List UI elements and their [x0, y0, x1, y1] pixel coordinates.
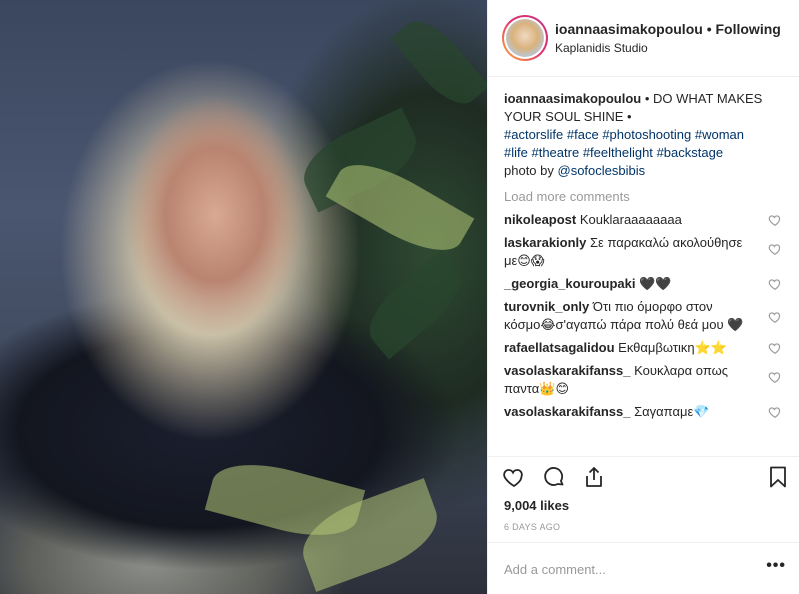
header-separator: • — [706, 21, 712, 37]
add-comment-bar: Add a comment... ••• — [488, 542, 799, 594]
comment-username[interactable]: laskarakionly — [504, 235, 586, 250]
heart-icon[interactable] — [768, 405, 782, 419]
hashtag[interactable]: #photoshooting — [602, 127, 691, 142]
location-link[interactable]: Kaplanidis Studio — [555, 41, 648, 55]
plant-leaf — [356, 250, 474, 360]
likes-count[interactable]: 9,004 likes — [504, 498, 569, 513]
comment-text: Kouklaraaaaaaaa — [579, 212, 682, 227]
post-frame: ioannaasimakopoulou • Following Kaplanid… — [0, 0, 799, 594]
heart-icon[interactable] — [768, 213, 782, 227]
post-side-panel: ioannaasimakopoulou • Following Kaplanid… — [487, 0, 799, 594]
comment-row: vasolaskarakifanss_ Κουκλαρα οπως παντα👑… — [504, 362, 784, 398]
heart-icon[interactable] — [502, 465, 526, 489]
post-actions: 9,004 likes 6 DAYS AGO — [488, 456, 799, 542]
post-photo[interactable] — [0, 0, 487, 594]
comment-row: laskarakionly Σε παρακαλώ ακολούθησε με😊… — [504, 234, 784, 270]
heart-icon[interactable] — [768, 341, 782, 355]
header-username[interactable]: ioannaasimakopoulou — [555, 21, 703, 37]
caption: ioannaasimakopoulou • DO WHAT MAKES YOUR… — [504, 90, 774, 180]
comment-username[interactable]: turovnik_only — [504, 299, 589, 314]
comment-text: Σαγαπαμε💎 — [634, 404, 710, 419]
comment-username[interactable]: _georgia_kouroupaki — [504, 276, 635, 291]
load-more-comments-button[interactable]: Load more comments — [504, 188, 784, 206]
share-icon[interactable] — [582, 465, 606, 489]
heart-icon[interactable] — [768, 277, 782, 291]
hashtag[interactable]: #theatre — [531, 145, 579, 160]
post-timestamp[interactable]: 6 DAYS AGO — [504, 522, 560, 532]
avatar[interactable] — [502, 15, 548, 61]
comment-row: rafaellatsagalidou Εκθαμβωτικη⭐⭐ — [504, 339, 784, 357]
hashtag[interactable]: #face — [567, 127, 599, 142]
comment-row: vasolaskarakifanss_ Σαγαπαμε💎 — [504, 403, 784, 421]
comment-icon[interactable] — [542, 465, 566, 489]
caption-username[interactable]: ioannaasimakopoulou — [504, 91, 641, 106]
plant-leaf — [390, 9, 487, 116]
avatar-image — [506, 19, 544, 57]
more-options-icon[interactable]: ••• — [766, 557, 786, 575]
heart-icon[interactable] — [768, 242, 782, 256]
comments-area[interactable]: ioannaasimakopoulou • DO WHAT MAKES YOUR… — [488, 78, 799, 456]
hashtag[interactable]: #woman — [695, 127, 744, 142]
hashtag[interactable]: #backstage — [657, 145, 724, 160]
add-comment-input[interactable]: Add a comment... — [504, 562, 606, 577]
comment-text: Εκθαμβωτικη⭐⭐ — [618, 340, 727, 355]
hashtag[interactable]: #feelthelight — [583, 145, 653, 160]
photo-by-prefix: photo by — [504, 163, 554, 178]
comment-username[interactable]: nikoleapost — [504, 212, 576, 227]
bookmark-icon[interactable] — [766, 465, 790, 489]
comment-row: turovnik_only Ότι πιο όμορφο στον κόσμο😂… — [504, 298, 784, 334]
photographer-mention[interactable]: @sofoclesbibis — [558, 163, 646, 178]
heart-icon[interactable] — [768, 310, 782, 324]
comment-username[interactable]: rafaellatsagalidou — [504, 340, 615, 355]
comment-username[interactable]: vasolaskarakifanss_ — [504, 363, 630, 378]
hashtag[interactable]: #life — [504, 145, 528, 160]
header-user-line: ioannaasimakopoulou • Following — [555, 21, 781, 37]
comment-username[interactable]: vasolaskarakifanss_ — [504, 404, 630, 419]
heart-icon[interactable] — [768, 370, 782, 384]
comment-row: nikoleapost Kouklaraaaaaaaa — [504, 211, 784, 229]
post-header: ioannaasimakopoulou • Following Kaplanid… — [488, 0, 799, 77]
comment-row: _georgia_kouroupaki 🖤🖤 — [504, 275, 784, 293]
follow-button[interactable]: Following — [716, 21, 781, 37]
hashtag[interactable]: #actorslife — [504, 127, 563, 142]
comment-text: 🖤🖤 — [639, 276, 672, 291]
